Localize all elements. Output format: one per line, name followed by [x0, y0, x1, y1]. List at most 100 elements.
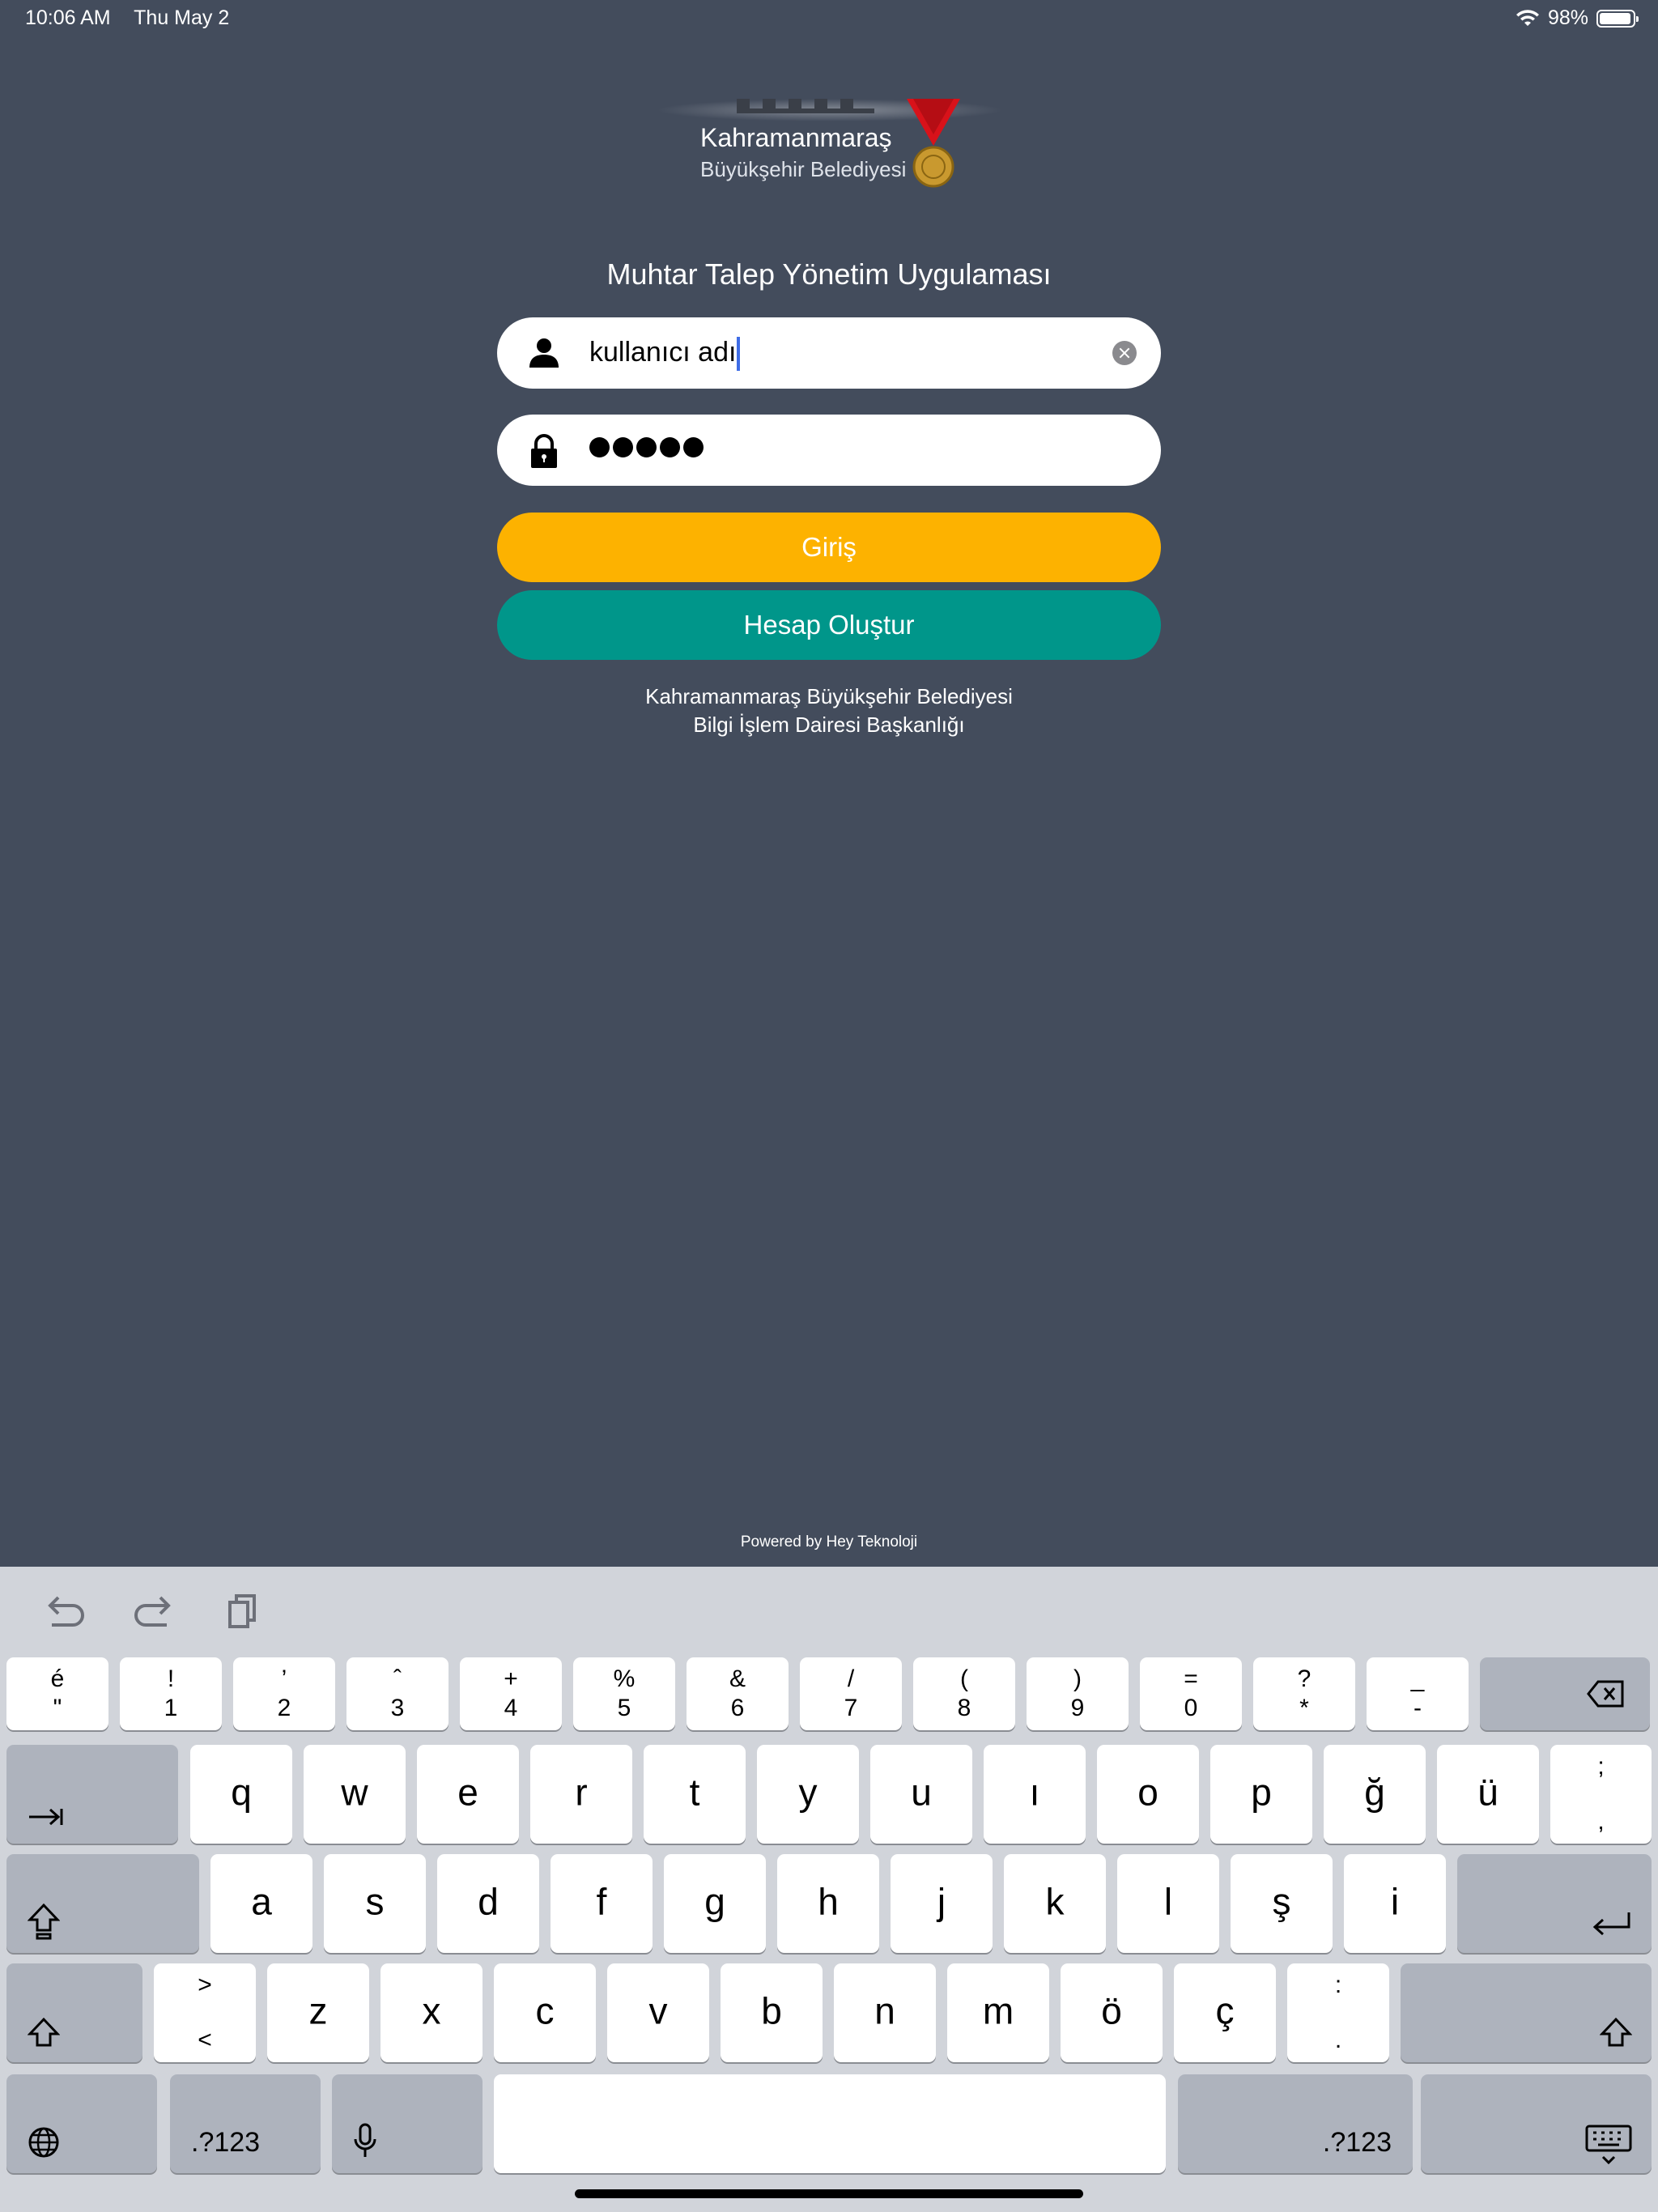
logo-line2: Büyükşehir Belediyesi: [700, 157, 907, 181]
wifi-icon: [1516, 9, 1539, 26]
username-input-text[interactable]: kullanıcı adı: [589, 334, 741, 372]
backspace-key[interactable]: [1480, 1657, 1650, 1730]
shift-left-key[interactable]: [6, 1963, 142, 2062]
key-l[interactable]: l: [1117, 1854, 1219, 1953]
hide-keyboard-icon: [1585, 2125, 1632, 2165]
status-time: 10:06 AM: [25, 6, 111, 29]
home-indicator: [575, 2189, 1083, 2198]
key-6[interactable]: & 6: [687, 1657, 789, 1730]
key-ü[interactable]: ü: [1437, 1745, 1539, 1844]
paste-icon[interactable]: [219, 1591, 267, 1631]
shift-icon: [1600, 2017, 1632, 2047]
key-8[interactable]: (8: [913, 1657, 1015, 1730]
key-r[interactable]: r: [530, 1745, 632, 1844]
footer-line1: Kahramanmaraş Büyükşehir Belediyesi: [645, 684, 1013, 708]
key-t[interactable]: t: [644, 1745, 746, 1844]
onscreen-keyboard: é "! 1’ 2 ˆ 3 +4% 5 & 6/7(8) 9 = 0? * _ -q w e r t y u ı o p ğ ü;,…: [0, 1567, 1658, 2212]
username-field[interactable]: kullanıcı adı: [497, 317, 1161, 389]
key-f[interactable]: f: [551, 1854, 653, 1953]
dictation-key[interactable]: [332, 2074, 483, 2173]
tab-icon: [29, 1808, 63, 1826]
key-ğ[interactable]: ğ: [1324, 1745, 1426, 1844]
status-date: Thu May 2: [134, 6, 230, 29]
key-h[interactable]: h: [777, 1854, 879, 1953]
municipality-logo: Kahramanmaraş Büyükşehir Belediyesi: [656, 81, 1004, 194]
globe-key[interactable]: [6, 2074, 157, 2173]
key-3[interactable]: ˆ3: [346, 1657, 449, 1730]
powered-by-text: Powered by Hey Teknoloji: [740, 1534, 918, 1551]
key-2[interactable]: ’ 2: [233, 1657, 335, 1730]
key-o[interactable]: o: [1097, 1745, 1199, 1844]
organization-footer: Kahramanmaraş Büyükşehir Belediyesi Bilg…: [0, 683, 1658, 739]
tab-key[interactable]: [6, 1745, 178, 1844]
key-j[interactable]: j: [891, 1854, 993, 1953]
key-colon[interactable]: :.: [1287, 1963, 1389, 2062]
key-5[interactable]: % 5: [573, 1657, 675, 1730]
numbers-key-right[interactable]: .?123: [1178, 2074, 1413, 2173]
key-v[interactable]: v: [607, 1963, 709, 2062]
redo-icon[interactable]: [130, 1591, 178, 1631]
return-key[interactable]: [1457, 1854, 1652, 1953]
key-p[interactable]: p: [1210, 1745, 1312, 1844]
key-u[interactable]: u: [870, 1745, 972, 1844]
user-icon: [529, 338, 559, 368]
key-9[interactable]: ) 9: [1027, 1657, 1129, 1730]
key-y[interactable]: y: [757, 1745, 859, 1844]
key-b[interactable]: b: [721, 1963, 823, 2062]
microphone-icon: [354, 2123, 376, 2157]
key-ö[interactable]: ö: [1061, 1963, 1163, 2062]
numbers-key-left[interactable]: .?123: [170, 2074, 321, 2173]
battery-percent: 98%: [1547, 6, 1588, 29]
caps-lock-icon: [28, 1903, 60, 1940]
key-c[interactable]: c: [494, 1963, 596, 2062]
key-"[interactable]: é ": [6, 1657, 108, 1730]
key-ı[interactable]: ı: [984, 1745, 1086, 1844]
key-d[interactable]: d: [437, 1854, 539, 1953]
numbers-key-label: .?123: [1322, 2127, 1392, 2158]
lock-icon: [531, 434, 557, 468]
keyboard-toolbar: [40, 1591, 267, 1631]
key-ş[interactable]: ş: [1231, 1854, 1333, 1953]
backspace-icon: [1587, 1680, 1624, 1708]
key-k[interactable]: k: [1004, 1854, 1106, 1953]
key-1[interactable]: ! 1: [120, 1657, 222, 1730]
login-button[interactable]: Giriş: [497, 513, 1161, 582]
key-ç[interactable]: ç: [1174, 1963, 1276, 2062]
key-e[interactable]: e: [417, 1745, 519, 1844]
key-s[interactable]: s: [324, 1854, 426, 1953]
key-x[interactable]: x: [380, 1963, 483, 2062]
key-4[interactable]: +4: [460, 1657, 562, 1730]
footer-line2: Bilgi İşlem Dairesi Başkanlığı: [693, 713, 965, 737]
key-m[interactable]: m: [947, 1963, 1049, 2062]
key-7[interactable]: /7: [800, 1657, 902, 1730]
shift-right-key[interactable]: [1401, 1963, 1652, 2062]
numbers-key-label: .?123: [191, 2127, 261, 2158]
status-bar-right: 98%: [1516, 6, 1639, 30]
key-*[interactable]: ? *: [1253, 1657, 1355, 1730]
key-i[interactable]: i: [1344, 1854, 1446, 1953]
key-0[interactable]: = 0: [1140, 1657, 1242, 1730]
key-n[interactable]: n: [834, 1963, 936, 2062]
page-title: Muhtar Talep Yönetim Uygulaması: [606, 257, 1052, 291]
hide-keyboard-key[interactable]: [1421, 2074, 1652, 2173]
clear-text-icon[interactable]: [1112, 341, 1137, 365]
password-input-dots[interactable]: [589, 437, 704, 457]
key-semicolon[interactable]: ;,: [1550, 1745, 1652, 1844]
key-w[interactable]: w: [304, 1745, 406, 1844]
battery-icon: [1596, 9, 1639, 28]
key--[interactable]: _ -: [1367, 1657, 1469, 1730]
caps-lock-key[interactable]: [6, 1854, 199, 1953]
key-a[interactable]: a: [210, 1854, 312, 1953]
space-bar-key[interactable]: [494, 2074, 1166, 2173]
key-q[interactable]: q: [190, 1745, 292, 1844]
globe-icon: [28, 2127, 59, 2158]
shift-icon: [28, 2017, 60, 2047]
castle-icon: [737, 99, 874, 113]
undo-icon[interactable]: [40, 1591, 89, 1631]
key-greater-less[interactable]: > <: [154, 1963, 256, 2062]
create-account-button[interactable]: Hesap Oluştur: [497, 590, 1161, 660]
password-field[interactable]: [497, 415, 1161, 486]
return-icon: [1592, 1912, 1630, 1936]
key-z[interactable]: z: [267, 1963, 369, 2062]
key-g[interactable]: g: [664, 1854, 766, 1953]
